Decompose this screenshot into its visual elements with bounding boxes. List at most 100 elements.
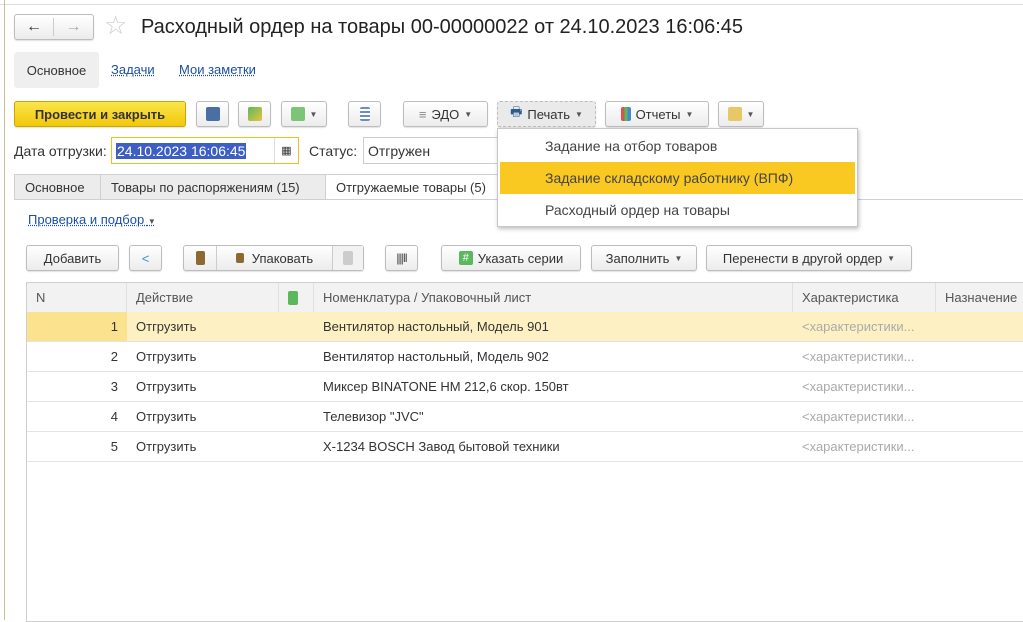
list-icon (360, 107, 370, 121)
row-action: Отгрузить (127, 342, 279, 371)
chevron-down-icon: ▼ (674, 254, 682, 263)
row-item: Вентилятор настольный, Модель 902 (314, 342, 793, 371)
edo-button[interactable]: ≡ ЭДО ▼ (403, 101, 488, 127)
table-row[interactable]: 5 Отгрузить X-1234 BOSCH Завод бытовой тех… (27, 432, 1023, 462)
pack-sheet-button[interactable] (332, 246, 363, 270)
row-number: 5 (27, 432, 127, 461)
table-row[interactable]: 3 Отгрузить Миксер BINATONE HM 212,6 скор.… (27, 372, 1023, 402)
attachments-button[interactable]: ▼ (718, 101, 764, 127)
row-item: Миксер BINATONE HM 212,6 скор. 150вт (314, 372, 793, 401)
menu-item-expense-order[interactable]: Расходный ордер на товары (500, 194, 855, 226)
post-and-close-button[interactable]: Провести и закрыть (14, 101, 186, 127)
printer-icon: 🖶 (510, 103, 522, 125)
row-characteristic: <характеристики... (793, 312, 936, 341)
table-row[interactable]: 2 Отгрузить Вентилятор настольный, Модель … (27, 342, 1023, 372)
table-row[interactable]: 1 Отгрузить Вентилятор настольный, Модель … (27, 312, 1023, 342)
row-item: X-1234 BOSCH Завод бытовой техники (314, 432, 793, 461)
save-icon (206, 107, 220, 121)
row-series (279, 402, 314, 431)
share-button[interactable]: < (129, 245, 162, 271)
row-item: Вентилятор настольный, Модель 901 (314, 312, 793, 341)
pack-group: Упаковать (183, 245, 364, 271)
specify-series-label: Указать серии (478, 251, 563, 266)
column-header-n[interactable]: N (27, 283, 127, 312)
row-purpose (936, 312, 1023, 341)
column-header-item[interactable]: Номенклатура / Упаковочный лист (314, 283, 793, 312)
page-title: Расходный ордер на товары 00-00000022 от… (141, 16, 743, 39)
package-icon (236, 253, 244, 263)
create-based-icon (291, 107, 305, 121)
row-series (279, 432, 314, 461)
forward-arrow-icon[interactable]: → (54, 18, 93, 36)
star-icon[interactable]: ☆ (104, 10, 127, 41)
move-to-order-button[interactable]: Перенести в другой ордер ▼ (706, 245, 912, 271)
reports-label: Отчеты (636, 107, 681, 122)
nav-tab-main[interactable]: Основное (14, 52, 99, 88)
print-button[interactable]: 🖶 Печать ▼ (497, 101, 596, 127)
post-button[interactable] (238, 101, 271, 127)
reports-button[interactable]: Отчеты ▼ (605, 101, 709, 127)
tab-ordered-goods[interactable]: Товары по распоряжениям (15) (100, 174, 326, 200)
add-button[interactable]: Добавить (26, 245, 119, 271)
print-label: Печать (527, 107, 570, 122)
nav-tab-tasks[interactable]: Задачи (111, 62, 155, 77)
row-purpose (936, 372, 1023, 401)
column-header-characteristic[interactable]: Характеристика (793, 283, 936, 312)
status-label: Статус: (309, 143, 357, 159)
table-header: N Действие Номенклатура / Упаковочный ли… (27, 283, 1023, 313)
row-characteristic: <характеристики... (793, 342, 936, 371)
chevron-down-icon: ▼ (686, 110, 694, 119)
save-button[interactable] (196, 101, 229, 127)
unpack-button[interactable] (184, 246, 217, 270)
row-number: 4 (27, 402, 127, 431)
row-number: 2 (27, 342, 127, 371)
barcode-icon: |||‖ (396, 251, 406, 265)
row-action: Отгрузить (127, 372, 279, 401)
document-clock-icon (728, 107, 742, 121)
column-header-purpose[interactable]: Назначение (936, 283, 1023, 312)
pack-button[interactable]: Упаковать (217, 246, 332, 270)
column-header-action[interactable]: Действие (127, 283, 279, 312)
row-characteristic: <характеристики... (793, 432, 936, 461)
calendar-icon[interactable]: ▦ (274, 138, 298, 163)
table-row[interactable]: 4 Отгрузить Телевизор "JVC" <характеристики… (27, 402, 1023, 432)
row-purpose (936, 432, 1023, 461)
menu-item-warehouse-worker-task[interactable]: Задание складскому работнику (ВПФ) (500, 162, 855, 194)
row-action: Отгрузить (127, 432, 279, 461)
ship-date-label: Дата отгрузки: (14, 143, 107, 159)
row-characteristic: <характеристики... (793, 372, 936, 401)
column-header-series[interactable] (279, 283, 314, 312)
document-icon (343, 251, 353, 265)
menu-item-picking-task[interactable]: Задание на отбор товаров (500, 130, 855, 162)
barcode-button[interactable]: |||‖ (385, 245, 418, 271)
fill-button[interactable]: Заполнить ▼ (591, 245, 697, 271)
check-selection-link[interactable]: Проверка и подбор ▼ (28, 212, 156, 227)
series-icon (288, 291, 298, 305)
ship-date-value: 24.10.2023 16:06:45 (116, 143, 246, 159)
nav-buttons: ← → (14, 14, 94, 40)
row-number: 3 (27, 372, 127, 401)
row-number: 1 (27, 312, 127, 341)
create-based-button[interactable]: ▼ (281, 101, 327, 127)
row-item: Телевизор "JVC" (314, 402, 793, 431)
chevron-down-icon: ▼ (887, 254, 895, 263)
ship-date-input[interactable]: 24.10.2023 16:06:45 ▦ (111, 137, 299, 164)
edo-icon: ≡ (419, 107, 427, 122)
tab-shipped-goods[interactable]: Отгружаемые товары (5) (325, 174, 505, 200)
row-purpose (936, 402, 1023, 431)
structure-button[interactable] (348, 101, 381, 127)
chevron-down-icon: ▼ (148, 217, 156, 226)
chevron-down-icon: ▼ (464, 110, 472, 119)
reports-icon (621, 107, 631, 121)
row-purpose (936, 342, 1023, 371)
tab-main[interactable]: Основное (14, 174, 101, 200)
back-arrow-icon[interactable]: ← (15, 18, 54, 36)
nav-tab-notes[interactable]: Мои заметки (179, 62, 256, 77)
status-field[interactable]: Отгружен (363, 137, 503, 164)
specify-series-button[interactable]: # Указать серии (441, 245, 581, 271)
row-action: Отгрузить (127, 402, 279, 431)
row-series (279, 342, 314, 371)
post-icon (248, 107, 262, 121)
row-characteristic: <характеристики... (793, 402, 936, 431)
hash-icon: # (459, 251, 473, 265)
